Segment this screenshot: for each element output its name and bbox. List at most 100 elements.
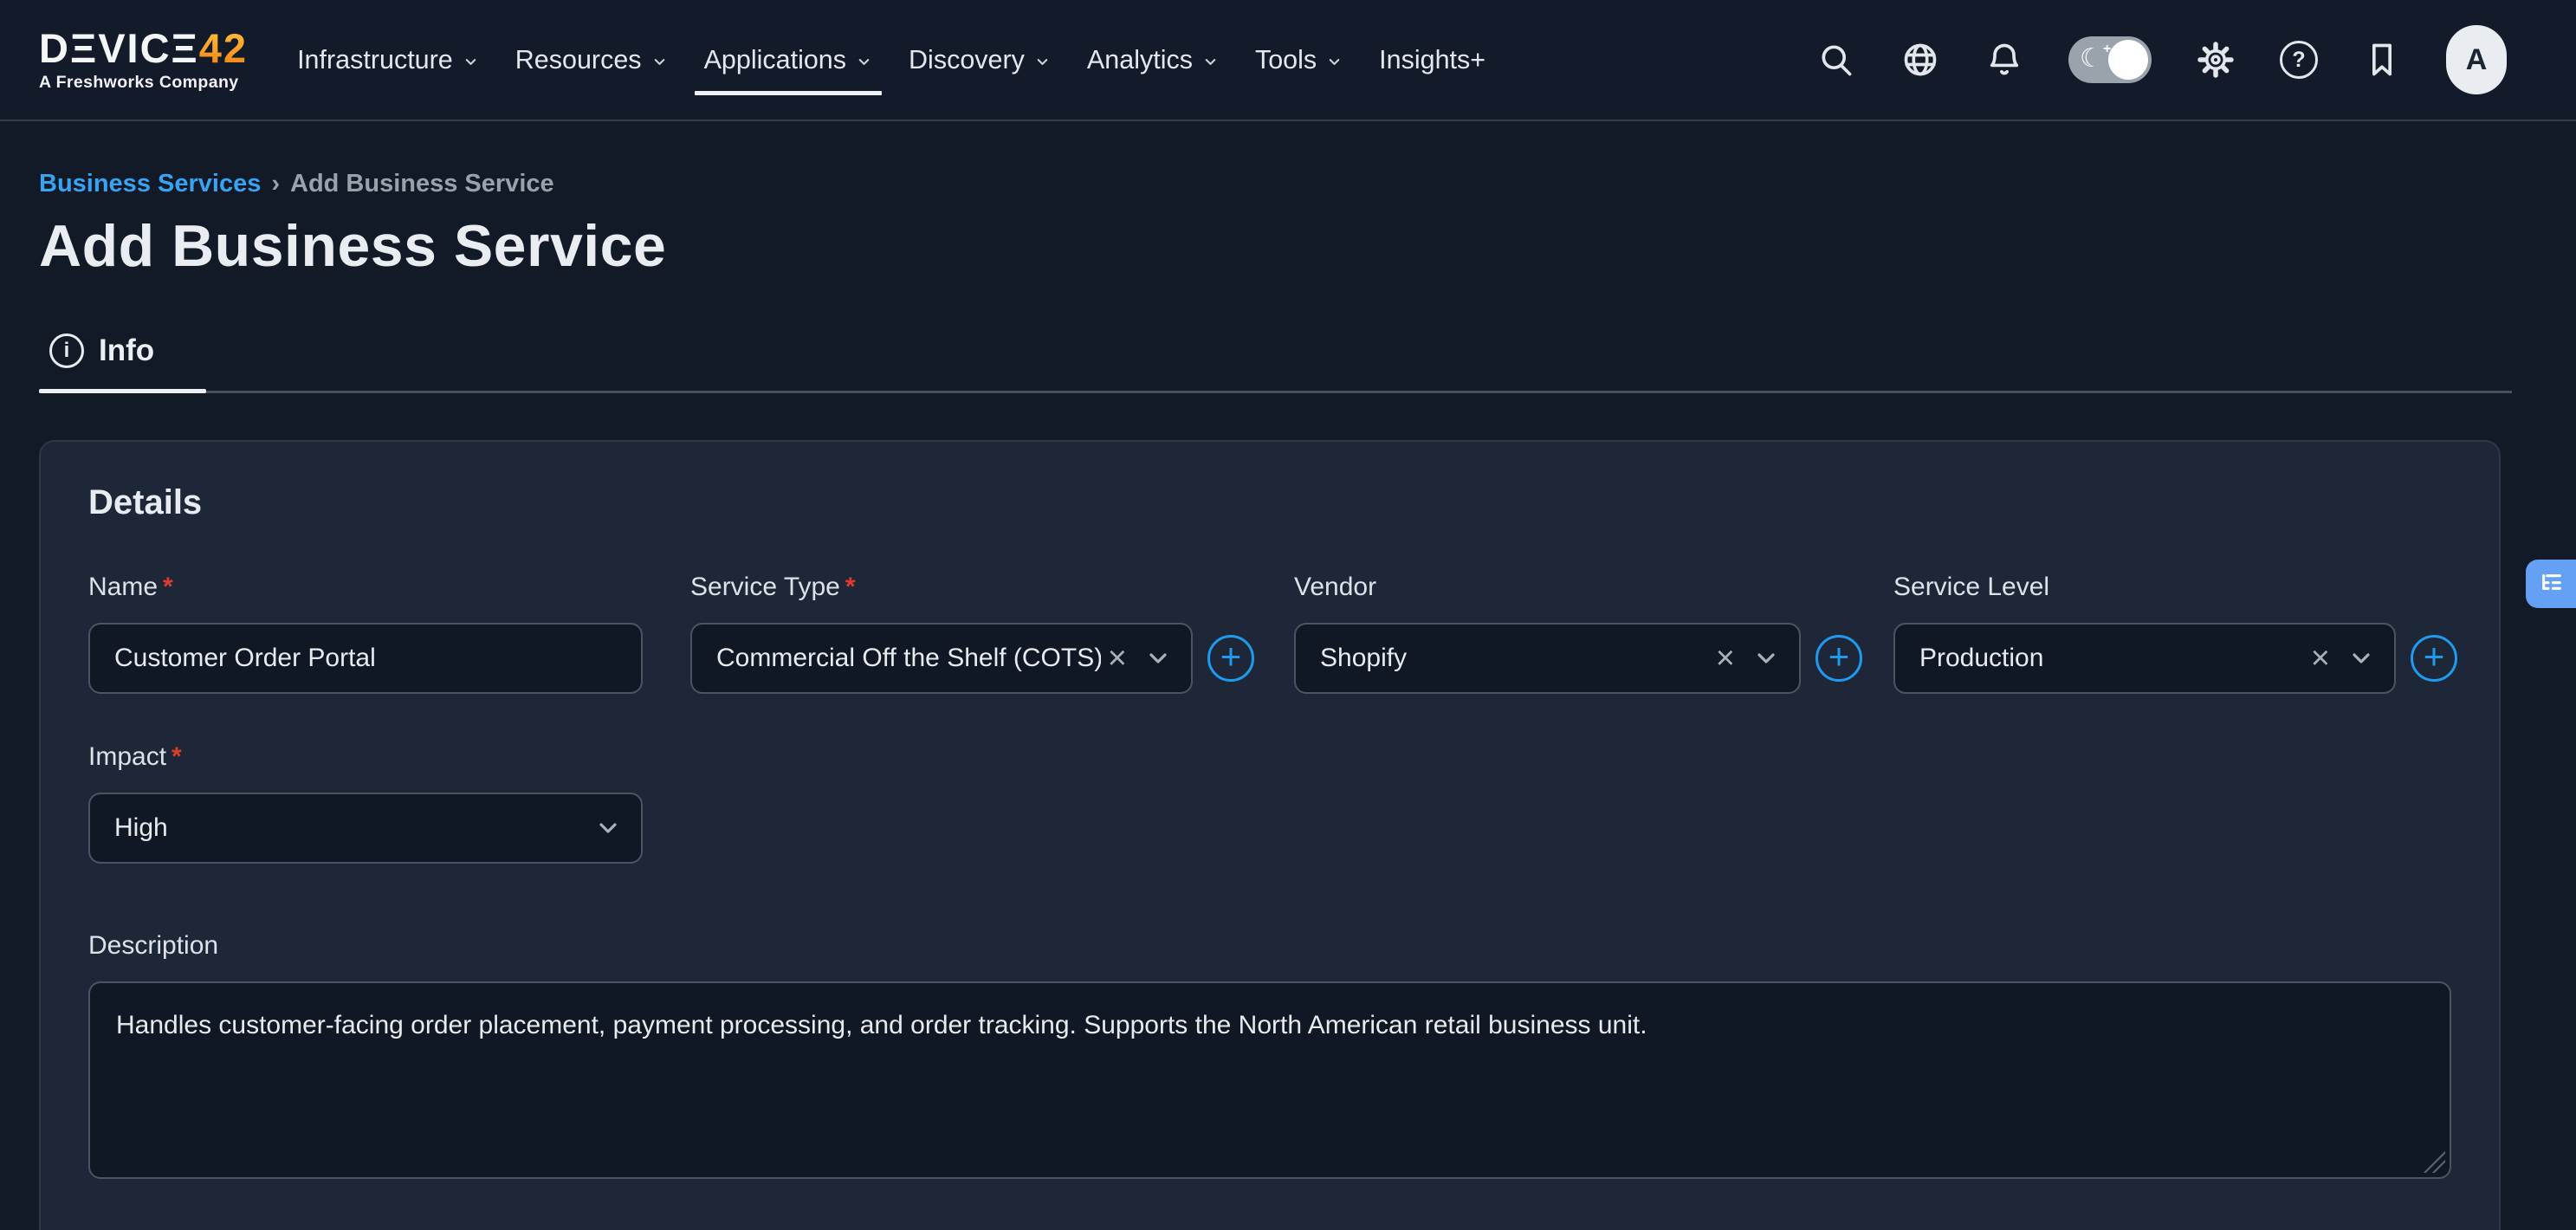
nav-label: Insights+ — [1379, 45, 1485, 75]
name-value: Customer Order Portal — [114, 644, 376, 673]
page-title: Add Business Service — [39, 212, 2512, 280]
nav-label: Discovery — [909, 45, 1025, 75]
add-vendor-button[interactable]: + — [1815, 635, 1862, 682]
field-impact: Impact* High — [88, 742, 643, 864]
breadcrumb-current: Add Business Service — [290, 170, 554, 198]
tree-list-icon — [2538, 570, 2566, 598]
tab-info[interactable]: i Info — [39, 333, 206, 391]
resize-grip[interactable] — [2423, 1150, 2445, 1173]
required-asterisk: * — [163, 573, 173, 601]
logo-wordmark: DΞVICΞ42 — [39, 28, 248, 68]
form-row-3: Description Handles customer-facing orde… — [88, 931, 2451, 1179]
service-type-value: Commercial Off the Shelf (COTS) — [716, 644, 1101, 673]
add-service-type-button[interactable]: + — [1207, 635, 1254, 682]
nav-item-applications[interactable]: Applications — [686, 0, 890, 120]
required-asterisk: * — [845, 573, 856, 601]
field-description: Description Handles customer-facing orde… — [88, 931, 2451, 1179]
form-row-1: Name* Customer Order Portal Service Type… — [88, 573, 2451, 694]
nav-item-tools[interactable]: Tools — [1237, 0, 1361, 120]
plus-glyph: + — [1220, 636, 1242, 677]
service-level-value: Production — [1919, 644, 2304, 673]
chevron-down-icon — [1034, 54, 1051, 70]
vendor-select[interactable]: Shopify × — [1294, 623, 1801, 694]
gear-icon[interactable] — [2196, 40, 2236, 80]
tab-bar: i Info — [39, 333, 2512, 393]
plus-glyph: + — [1828, 636, 1850, 677]
nav-item-resources[interactable]: Resources — [497, 0, 686, 120]
description-label: Description — [88, 931, 2451, 961]
nav-label: Analytics — [1087, 45, 1193, 75]
chevron-down-icon — [1326, 54, 1343, 70]
nav-item-infrastructure[interactable]: Infrastructure — [279, 0, 497, 120]
field-service-level: Service Level Production × + — [1893, 573, 2457, 694]
info-glyph: i — [64, 339, 70, 363]
breadcrumb-separator: › — [271, 170, 280, 198]
impact-value: High — [114, 813, 577, 843]
plus-glyph: + — [2424, 636, 2445, 677]
bookmark-icon[interactable] — [2362, 40, 2402, 80]
chevron-down-icon — [856, 54, 872, 70]
nav-item-analytics[interactable]: Analytics — [1069, 0, 1237, 120]
clear-icon[interactable]: × — [1108, 642, 1127, 675]
description-value: Handles customer-facing order placement,… — [116, 1011, 1647, 1039]
chevron-down-icon[interactable] — [2347, 644, 2375, 672]
moon-icon: ☾ — [2080, 43, 2103, 74]
search-icon[interactable] — [1816, 40, 1856, 80]
tree-view-fab[interactable] — [2526, 560, 2576, 608]
avatar[interactable]: A — [2446, 25, 2507, 94]
field-name: Name* Customer Order Portal — [88, 573, 643, 694]
avatar-initial: A — [2466, 43, 2488, 77]
nav-label: Applications — [704, 45, 846, 75]
add-service-level-button[interactable]: + — [2411, 635, 2457, 682]
top-navigation-bar: DΞVICΞ42 A Freshworks Company Infrastruc… — [0, 0, 2576, 121]
chevron-down-icon[interactable] — [1752, 644, 1780, 672]
chevron-down-icon[interactable] — [1144, 644, 1172, 672]
vendor-label: Vendor — [1294, 573, 1862, 602]
impact-label: Impact* — [88, 742, 643, 772]
app-root: DΞVICΞ42 A Freshworks Company Infrastruc… — [0, 0, 2576, 1230]
description-textarea[interactable]: Handles customer-facing order placement,… — [88, 981, 2451, 1179]
theme-toggle[interactable]: ☾ + — [2068, 36, 2152, 83]
vendor-value: Shopify — [1320, 644, 1709, 673]
chevron-down-icon[interactable] — [594, 814, 622, 842]
chevron-down-icon — [463, 54, 479, 70]
main-content: Business Services › Add Business Service… — [0, 170, 2576, 1230]
main-nav: Infrastructure Resources Applications Di… — [279, 0, 1504, 120]
chevron-down-icon — [1202, 54, 1219, 70]
name-label: Name* — [88, 573, 643, 602]
device42-logo[interactable]: DΞVICΞ42 A Freshworks Company — [39, 28, 248, 92]
field-service-type: Service Type* Commercial Off the Shelf (… — [690, 573, 1254, 694]
field-vendor: Vendor Shopify × + — [1294, 573, 1862, 694]
info-circle-icon: i — [49, 333, 84, 368]
topbar-actions: ☾ + ? A — [1816, 25, 2507, 94]
globe-icon[interactable] — [1900, 40, 1940, 80]
logo-device-text: DΞVICΞ — [39, 25, 199, 71]
nav-label: Resources — [515, 45, 642, 75]
tab-info-label: Info — [99, 333, 154, 368]
form-row-2: Impact* High — [88, 742, 2451, 864]
clear-icon[interactable]: × — [1716, 642, 1735, 675]
details-card: Details Name* Customer Order Portal Serv… — [39, 440, 2501, 1230]
section-title: Details — [88, 483, 2451, 522]
service-level-label: Service Level — [1893, 573, 2457, 602]
name-input[interactable]: Customer Order Portal — [88, 623, 643, 694]
bell-icon[interactable] — [1984, 40, 2024, 80]
chevron-down-icon — [651, 54, 668, 70]
toggle-knob — [2108, 40, 2148, 80]
service-type-label: Service Type* — [690, 573, 1254, 602]
service-type-select[interactable]: Commercial Off the Shelf (COTS) × — [690, 623, 1193, 694]
help-icon[interactable]: ? — [2280, 41, 2318, 79]
logo-subtitle: A Freshworks Company — [39, 74, 248, 92]
nav-item-discovery[interactable]: Discovery — [890, 0, 1069, 120]
impact-select[interactable]: High — [88, 793, 643, 864]
logo-42-text: 42 — [199, 25, 248, 71]
question-glyph: ? — [2292, 48, 2305, 73]
service-level-select[interactable]: Production × — [1893, 623, 2396, 694]
breadcrumb: Business Services › Add Business Service — [39, 170, 2512, 198]
breadcrumb-link-business-services[interactable]: Business Services — [39, 170, 261, 198]
clear-icon[interactable]: × — [2311, 642, 2330, 675]
nav-label: Tools — [1255, 45, 1317, 75]
nav-label: Infrastructure — [297, 45, 453, 75]
required-asterisk: * — [172, 742, 182, 771]
nav-item-insights[interactable]: Insights+ — [1361, 0, 1504, 120]
